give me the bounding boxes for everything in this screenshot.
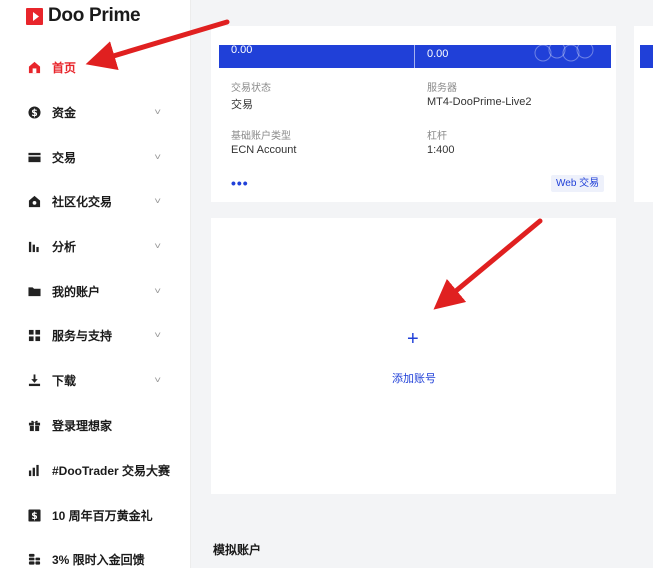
sidebar-item-login-ideal[interactable]: 登录理想家 bbox=[0, 407, 191, 443]
sidebar-item-social-trading[interactable]: 社区化交易 ˅ bbox=[0, 183, 191, 219]
dollar-icon: $ bbox=[27, 105, 42, 120]
wave-decoration-icon bbox=[534, 45, 594, 62]
plus-icon: + bbox=[407, 328, 419, 350]
web-trade-button[interactable]: Web 交易 bbox=[551, 175, 605, 192]
sidebar-item-label: 10 周年百万黄金礼 bbox=[52, 508, 153, 523]
sidebar-item-label: 交易 bbox=[52, 150, 77, 165]
account-type-label: 基础账户类型 bbox=[231, 131, 291, 142]
community-icon bbox=[27, 194, 42, 209]
balance-divider bbox=[414, 45, 415, 68]
home-icon bbox=[27, 60, 42, 75]
sidebar-item-home[interactable]: 首页 bbox=[0, 49, 191, 85]
add-account-card[interactable]: + 添加账号 bbox=[211, 218, 616, 494]
chevron-down-icon: ˅ bbox=[154, 107, 162, 117]
brand-name: Doo Prime bbox=[48, 5, 141, 26]
folder-icon bbox=[27, 284, 42, 299]
chevron-down-icon: ˅ bbox=[154, 330, 162, 340]
sidebar-item-label: 下载 bbox=[52, 373, 77, 388]
gift-icon bbox=[27, 418, 42, 433]
account-balance-bar: 0.00 0.00 bbox=[219, 44, 611, 68]
equity-value: 0.00 bbox=[427, 48, 449, 60]
sidebar-item-label: 我的账户 bbox=[52, 284, 101, 299]
sidebar-item-label: 首页 bbox=[52, 60, 77, 75]
trade-status-value: 交易 bbox=[231, 99, 253, 111]
coins-icon bbox=[27, 552, 42, 567]
sidebar-item-label: 3% 限时入金回馈 bbox=[52, 552, 145, 567]
dollar-box-icon: $ bbox=[27, 508, 42, 523]
chevron-down-icon: ˅ bbox=[154, 241, 162, 251]
grid-icon bbox=[27, 328, 42, 343]
server-value: MT4-DooPrime-Live2 bbox=[427, 96, 532, 108]
sidebar-item-label: 服务与支持 bbox=[52, 328, 113, 343]
doo-prime-logo-icon bbox=[26, 7, 43, 25]
bar-chart-icon bbox=[27, 239, 42, 254]
chevron-down-icon: ˅ bbox=[154, 152, 162, 162]
sidebar-item-service-support[interactable]: 服务与支持 ˅ bbox=[0, 317, 191, 353]
sidebar-item-dootrader-contest[interactable]: #DooTrader 交易大赛 bbox=[0, 452, 191, 488]
trade-status-label: 交易状态 bbox=[231, 83, 271, 94]
sidebar-item-label: 资金 bbox=[52, 105, 77, 120]
sidebar-item-trading[interactable]: 交易 ˅ bbox=[0, 139, 191, 175]
download-icon bbox=[27, 373, 42, 388]
leverage-value: 1:400 bbox=[427, 144, 455, 156]
add-account-label: 添加账号 bbox=[392, 373, 436, 385]
sidebar-item-deposit-rebate[interactable]: 3% 限时入金回馈 bbox=[0, 541, 191, 568]
chevron-down-icon: ˅ bbox=[154, 375, 162, 385]
chevron-down-icon: ˅ bbox=[154, 286, 162, 296]
sidebar-item-label: 社区化交易 bbox=[52, 194, 113, 209]
leverage-label: 杠杆 bbox=[427, 131, 447, 142]
more-options-button[interactable]: ••• bbox=[231, 175, 249, 191]
sidebar-item-label: 分析 bbox=[52, 239, 77, 254]
next-account-card-header bbox=[640, 45, 653, 68]
sidebar-item-anniversary-gold[interactable]: $ 10 周年百万黄金礼 bbox=[0, 497, 191, 533]
card-icon bbox=[27, 150, 42, 165]
sidebar-item-label: 登录理想家 bbox=[52, 418, 113, 433]
doo-prime-logo[interactable]: Doo Prime bbox=[26, 5, 141, 27]
account-type-value: ECN Account bbox=[231, 144, 297, 156]
svg-text:$: $ bbox=[31, 510, 37, 521]
sidebar-item-funds[interactable]: $ 资金 ˅ bbox=[0, 94, 191, 130]
server-label: 服务器 bbox=[427, 83, 457, 94]
svg-text:$: $ bbox=[31, 107, 37, 118]
sidebar: Doo Prime 首页 $ 资金 ˅ 交易 ˅ 社区化交易 ˅ 分析 ˅ 我的… bbox=[0, 0, 191, 568]
chevron-down-icon: ˅ bbox=[154, 196, 162, 206]
trophy-chart-icon bbox=[27, 463, 42, 478]
demo-account-section-title: 模拟账户 bbox=[213, 543, 262, 557]
sidebar-item-label: #DooTrader 交易大赛 bbox=[52, 463, 171, 478]
sidebar-item-my-account[interactable]: 我的账户 ˅ bbox=[0, 273, 191, 309]
balance-value: 0.00 bbox=[231, 44, 253, 56]
sidebar-item-analysis[interactable]: 分析 ˅ bbox=[0, 228, 191, 264]
sidebar-item-download[interactable]: 下载 ˅ bbox=[0, 362, 191, 398]
